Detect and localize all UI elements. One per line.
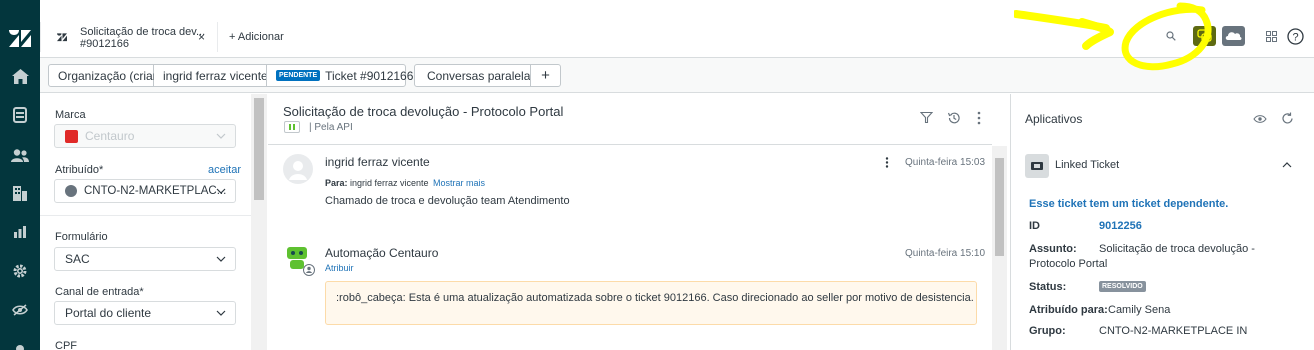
subject-label: Assunto: — [1029, 243, 1077, 255]
add-tab-button[interactable]: + Adicionar — [229, 31, 284, 43]
cloud-icon[interactable] — [1222, 26, 1245, 46]
message-body: :robô_cabeça: Esta é uma atualização aut… — [336, 292, 974, 304]
message-time: Quinta-feira 15:10 — [905, 248, 986, 259]
message-time: Quinta-feira 15:03 — [905, 157, 986, 168]
status-label: Status: — [1029, 281, 1067, 293]
chevron-down-icon — [216, 310, 226, 316]
chevron-up-icon[interactable] — [1282, 161, 1292, 169]
chat-icon[interactable] — [1193, 26, 1216, 46]
filter-icon[interactable] — [920, 111, 933, 124]
close-icon[interactable]: × — [198, 30, 205, 44]
divider — [268, 144, 992, 145]
cpf-label: CPF — [55, 340, 77, 350]
add-side-conversation-button[interactable]: + — [530, 64, 561, 87]
refresh-icon[interactable] — [1281, 112, 1294, 125]
conversation-scrollbar[interactable] — [992, 146, 1007, 350]
channel-select[interactable]: Portal do cliente — [54, 301, 236, 325]
side-conversations-button[interactable]: Conversas paralelas — [414, 64, 536, 87]
ticket-subject[interactable]: Solicitação de troca devolução - Protoco… — [283, 104, 563, 119]
assignee-select[interactable]: CNTO-N2-MARKETPLAC... — [54, 179, 236, 203]
internal-note: :robô_cabeça: Esta é uma atualização aut… — [325, 281, 977, 325]
main-nav — [0, 0, 40, 350]
breadcrumb-requester[interactable]: ingrid ferraz vicente — [154, 64, 268, 87]
form-select[interactable]: SAC — [54, 247, 236, 271]
avatar-icon — [283, 154, 313, 184]
centauro-logo-icon — [65, 129, 78, 143]
channel-label: Canal de entrada* — [55, 286, 144, 298]
dependent-note: Esse ticket tem um ticket dependente. — [1029, 198, 1229, 210]
via-channel: | Pela API — [309, 122, 353, 133]
apps-grid-icon[interactable] — [1266, 31, 1277, 42]
chevron-down-icon — [216, 133, 226, 139]
add-tab-label: Adicionar — [237, 31, 284, 43]
breadcrumb-ticket-label: Ticket #9012166 — [325, 68, 414, 83]
show-more-link[interactable]: Mostrar mais — [433, 178, 485, 188]
resolved-badge: RESOLVIDO — [1099, 281, 1146, 292]
id-label: ID — [1029, 220, 1040, 232]
breadcrumb-ticket[interactable]: PENDENTE Ticket #9012166 — [266, 64, 413, 87]
message-author[interactable]: Automação Centauro — [325, 246, 438, 260]
admin-gear-icon[interactable] — [0, 256, 40, 286]
top-bar — [40, 0, 1314, 58]
message-author[interactable]: ingrid ferraz vicente — [325, 155, 430, 169]
chevron-down-icon — [216, 256, 226, 262]
more-vertical-icon[interactable] — [977, 111, 981, 125]
history-icon[interactable] — [947, 111, 961, 125]
message-recipient: Para: ingrid ferraz vicente — [325, 178, 429, 188]
more-vertical-icon[interactable] — [885, 157, 889, 168]
left-scrollbar[interactable] — [251, 94, 267, 350]
eye-icon[interactable] — [0, 295, 40, 325]
assigned-label: Atribuído para: — [1029, 304, 1108, 316]
linked-ticket-id[interactable]: 9012256 — [1099, 220, 1142, 232]
chevron-down-icon — [216, 188, 226, 194]
organizations-icon[interactable] — [0, 178, 40, 208]
message-body: Chamado de troca e devolução team Atendi… — [325, 195, 570, 207]
reporting-icon[interactable] — [0, 217, 40, 247]
profile-icon[interactable] — [0, 334, 40, 350]
assign-link[interactable]: Atribuir — [325, 263, 354, 273]
subject-value-line-1: Solicitação de troca devolução - — [1099, 243, 1255, 255]
customers-icon[interactable] — [0, 140, 40, 170]
linked-ticket-icon — [1025, 154, 1049, 178]
tab-subtitle: #9012166 — [80, 38, 129, 50]
views-icon[interactable] — [0, 100, 40, 130]
assigned-value: Camily Sena — [1108, 304, 1171, 316]
divider — [40, 215, 251, 216]
search-icon[interactable] — [1166, 31, 1176, 41]
brand-select: Centauro — [54, 124, 236, 148]
breadcrumb-organization[interactable]: Organização (criar) — [48, 64, 161, 87]
subject-value-line-2: Protocolo Portal — [1029, 258, 1108, 270]
accept-assign-link[interactable]: aceitar — [208, 164, 241, 176]
to-value: ingrid ferraz vicente — [350, 178, 429, 188]
apps-title: Aplicativos — [1025, 112, 1083, 126]
status-badge: PENDENTE — [276, 70, 321, 81]
group-icon — [65, 185, 77, 197]
ticket-tab-icon — [57, 33, 67, 42]
zendesk-logo-icon[interactable] — [8, 27, 32, 49]
eye-icon[interactable] — [1253, 114, 1267, 124]
form-value: SAC — [65, 252, 90, 266]
ticket-tab[interactable]: Solicitação de troca dev... #9012166 × — [40, 22, 218, 52]
bot-icon — [287, 247, 315, 276]
to-label: Para: — [325, 178, 348, 188]
brand-value: Centauro — [85, 129, 135, 143]
tab-title: Solicitação de troca dev... — [80, 26, 206, 38]
form-label: Formulário — [55, 231, 108, 243]
assignee-value: CNTO-N2-MARKETPLAC... — [84, 185, 227, 197]
pause-icon — [284, 121, 300, 133]
group-label: Grupo: — [1029, 325, 1066, 337]
help-icon[interactable]: ? — [1287, 28, 1304, 45]
brand-label: Marca — [55, 109, 86, 121]
svg-text:?: ? — [1292, 32, 1298, 44]
assignee-label: Atribuído* — [55, 164, 104, 176]
group-value: CNTO-N2-MARKETPLACE IN — [1099, 325, 1248, 337]
via-channel-value: Pela API — [314, 122, 353, 133]
home-icon[interactable] — [0, 61, 40, 91]
app-name: Linked Ticket — [1055, 159, 1120, 171]
channel-value: Portal do cliente — [65, 306, 152, 320]
